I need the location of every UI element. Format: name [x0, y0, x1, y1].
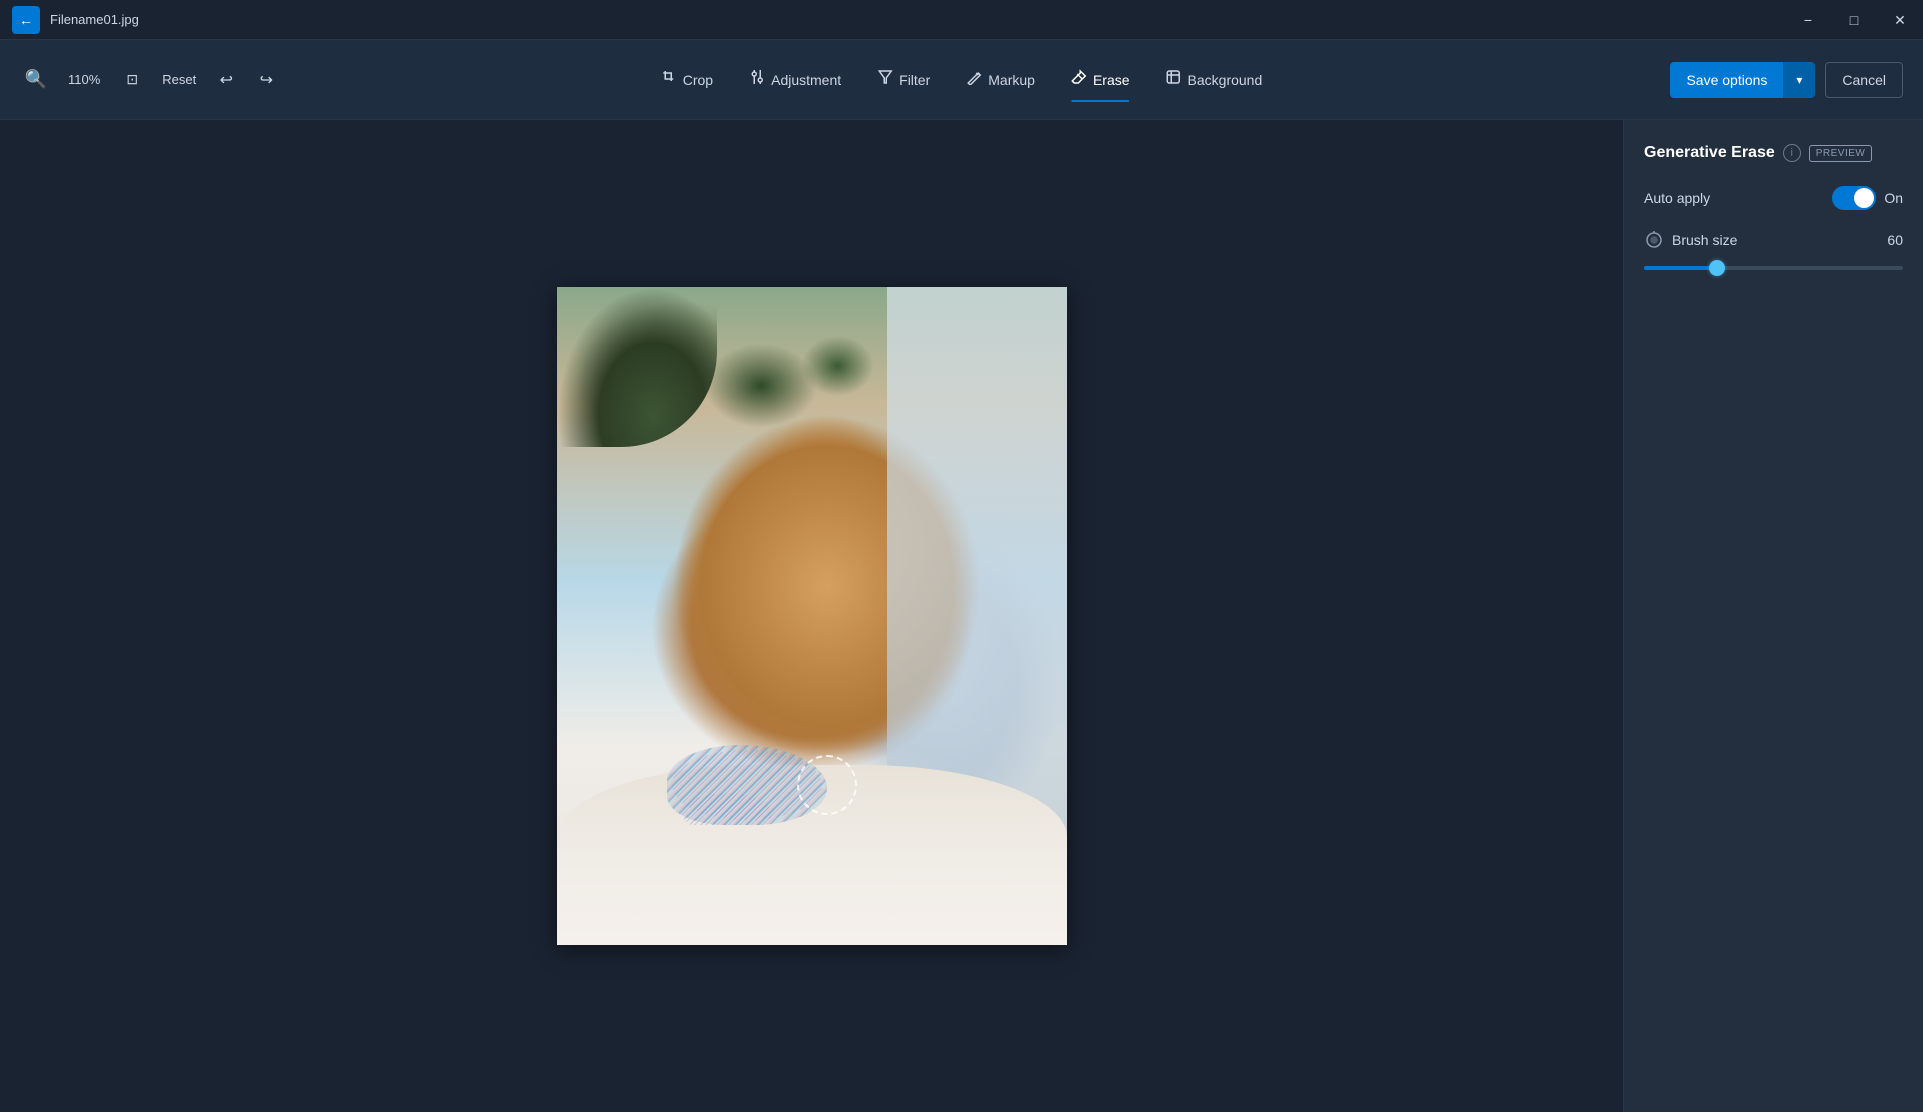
- adjustment-icon: [749, 69, 765, 90]
- redo-icon: ↪: [260, 70, 273, 90]
- zoom-out-icon: 🔍: [25, 69, 47, 90]
- markup-tool-button[interactable]: Markup: [950, 61, 1051, 98]
- dropdown-chevron-icon: ▾: [1796, 73, 1802, 87]
- crop-label: Crop: [683, 72, 713, 88]
- background-label: Background: [1188, 72, 1263, 88]
- markup-icon: [966, 69, 982, 90]
- window-controls: − □ ✕: [1785, 0, 1923, 40]
- toggle-wrapper: On: [1832, 186, 1903, 210]
- cancel-button[interactable]: Cancel: [1825, 62, 1903, 98]
- brush-cursor: [797, 755, 857, 815]
- info-icon[interactable]: i: [1783, 144, 1801, 162]
- markup-label: Markup: [988, 72, 1035, 88]
- photo-container: [557, 287, 1067, 945]
- zoom-level-display[interactable]: 110%: [60, 68, 108, 91]
- close-button[interactable]: ✕: [1877, 0, 1923, 40]
- filename-label: Filename01.jpg: [50, 12, 139, 27]
- window-bg: [887, 287, 1067, 845]
- background-icon: [1166, 69, 1182, 90]
- undo-icon: ↩: [220, 70, 233, 90]
- save-options-dropdown-button[interactable]: ▾: [1783, 62, 1815, 98]
- toolbar: 🔍 110% ⊡ Reset ↩ ↪ Crop: [0, 40, 1923, 120]
- adjustment-tool-button[interactable]: Adjustment: [733, 61, 857, 98]
- auto-apply-label: Auto apply: [1644, 190, 1710, 206]
- adjustment-label: Adjustment: [771, 72, 841, 88]
- auto-apply-row: Auto apply On: [1644, 186, 1903, 210]
- brush-size-icon: [1644, 230, 1664, 250]
- erase-icon: [1071, 69, 1087, 90]
- panel-title: Generative Erase: [1644, 144, 1775, 162]
- background-tool-button[interactable]: Background: [1150, 61, 1279, 98]
- fit-view-button[interactable]: ⊡: [116, 64, 148, 96]
- maximize-button[interactable]: □: [1831, 0, 1877, 40]
- brush-size-label: Brush size: [1672, 232, 1737, 248]
- filter-icon: [877, 69, 893, 90]
- zoom-out-button[interactable]: 🔍: [20, 64, 52, 96]
- brush-size-value: 60: [1887, 232, 1903, 248]
- toolbar-tools: Crop Adjustment Filter: [645, 61, 1279, 98]
- dog-photo: [557, 287, 1067, 945]
- canvas-area[interactable]: [0, 120, 1623, 1112]
- title-bar: ← Filename01.jpg − □ ✕: [0, 0, 1923, 40]
- slider-fill: [1644, 266, 1717, 270]
- brush-size-row: Brush size 60: [1644, 230, 1903, 250]
- slider-thumb[interactable]: [1709, 260, 1725, 276]
- reset-button[interactable]: Reset: [156, 68, 202, 91]
- toolbar-left-controls: 🔍 110% ⊡ Reset ↩ ↪: [20, 64, 282, 96]
- erase-overlay: [667, 725, 867, 825]
- fit-view-icon: ⊡: [126, 71, 138, 88]
- toggle-knob: [1854, 188, 1874, 208]
- back-icon: ←: [19, 12, 33, 28]
- right-panel: Generative Erase i PREVIEW Auto apply On: [1623, 120, 1923, 1112]
- erase-label: Erase: [1093, 72, 1130, 88]
- filter-tool-button[interactable]: Filter: [861, 61, 946, 98]
- slider-track: [1644, 266, 1903, 270]
- crop-icon: [661, 69, 677, 90]
- save-options-wrapper: Save options ▾: [1670, 62, 1815, 98]
- filter-label: Filter: [899, 72, 930, 88]
- undo-button[interactable]: ↩: [210, 64, 242, 96]
- panel-header: Generative Erase i PREVIEW: [1644, 144, 1903, 162]
- brush-size-slider-container: [1644, 262, 1903, 274]
- brush-size-left: Brush size: [1644, 230, 1737, 250]
- erase-tool-button[interactable]: Erase: [1055, 61, 1146, 98]
- preview-badge: PREVIEW: [1809, 145, 1873, 162]
- redo-button[interactable]: ↪: [250, 64, 282, 96]
- back-button[interactable]: ←: [12, 6, 40, 34]
- crop-tool-button[interactable]: Crop: [645, 61, 729, 98]
- auto-apply-state: On: [1884, 190, 1903, 206]
- auto-apply-toggle[interactable]: [1832, 186, 1876, 210]
- minimize-button[interactable]: −: [1785, 0, 1831, 40]
- toolbar-right-controls: Save options ▾ Cancel: [1670, 62, 1903, 98]
- main-area: Generative Erase i PREVIEW Auto apply On: [0, 120, 1923, 1112]
- save-options-button[interactable]: Save options: [1670, 62, 1783, 98]
